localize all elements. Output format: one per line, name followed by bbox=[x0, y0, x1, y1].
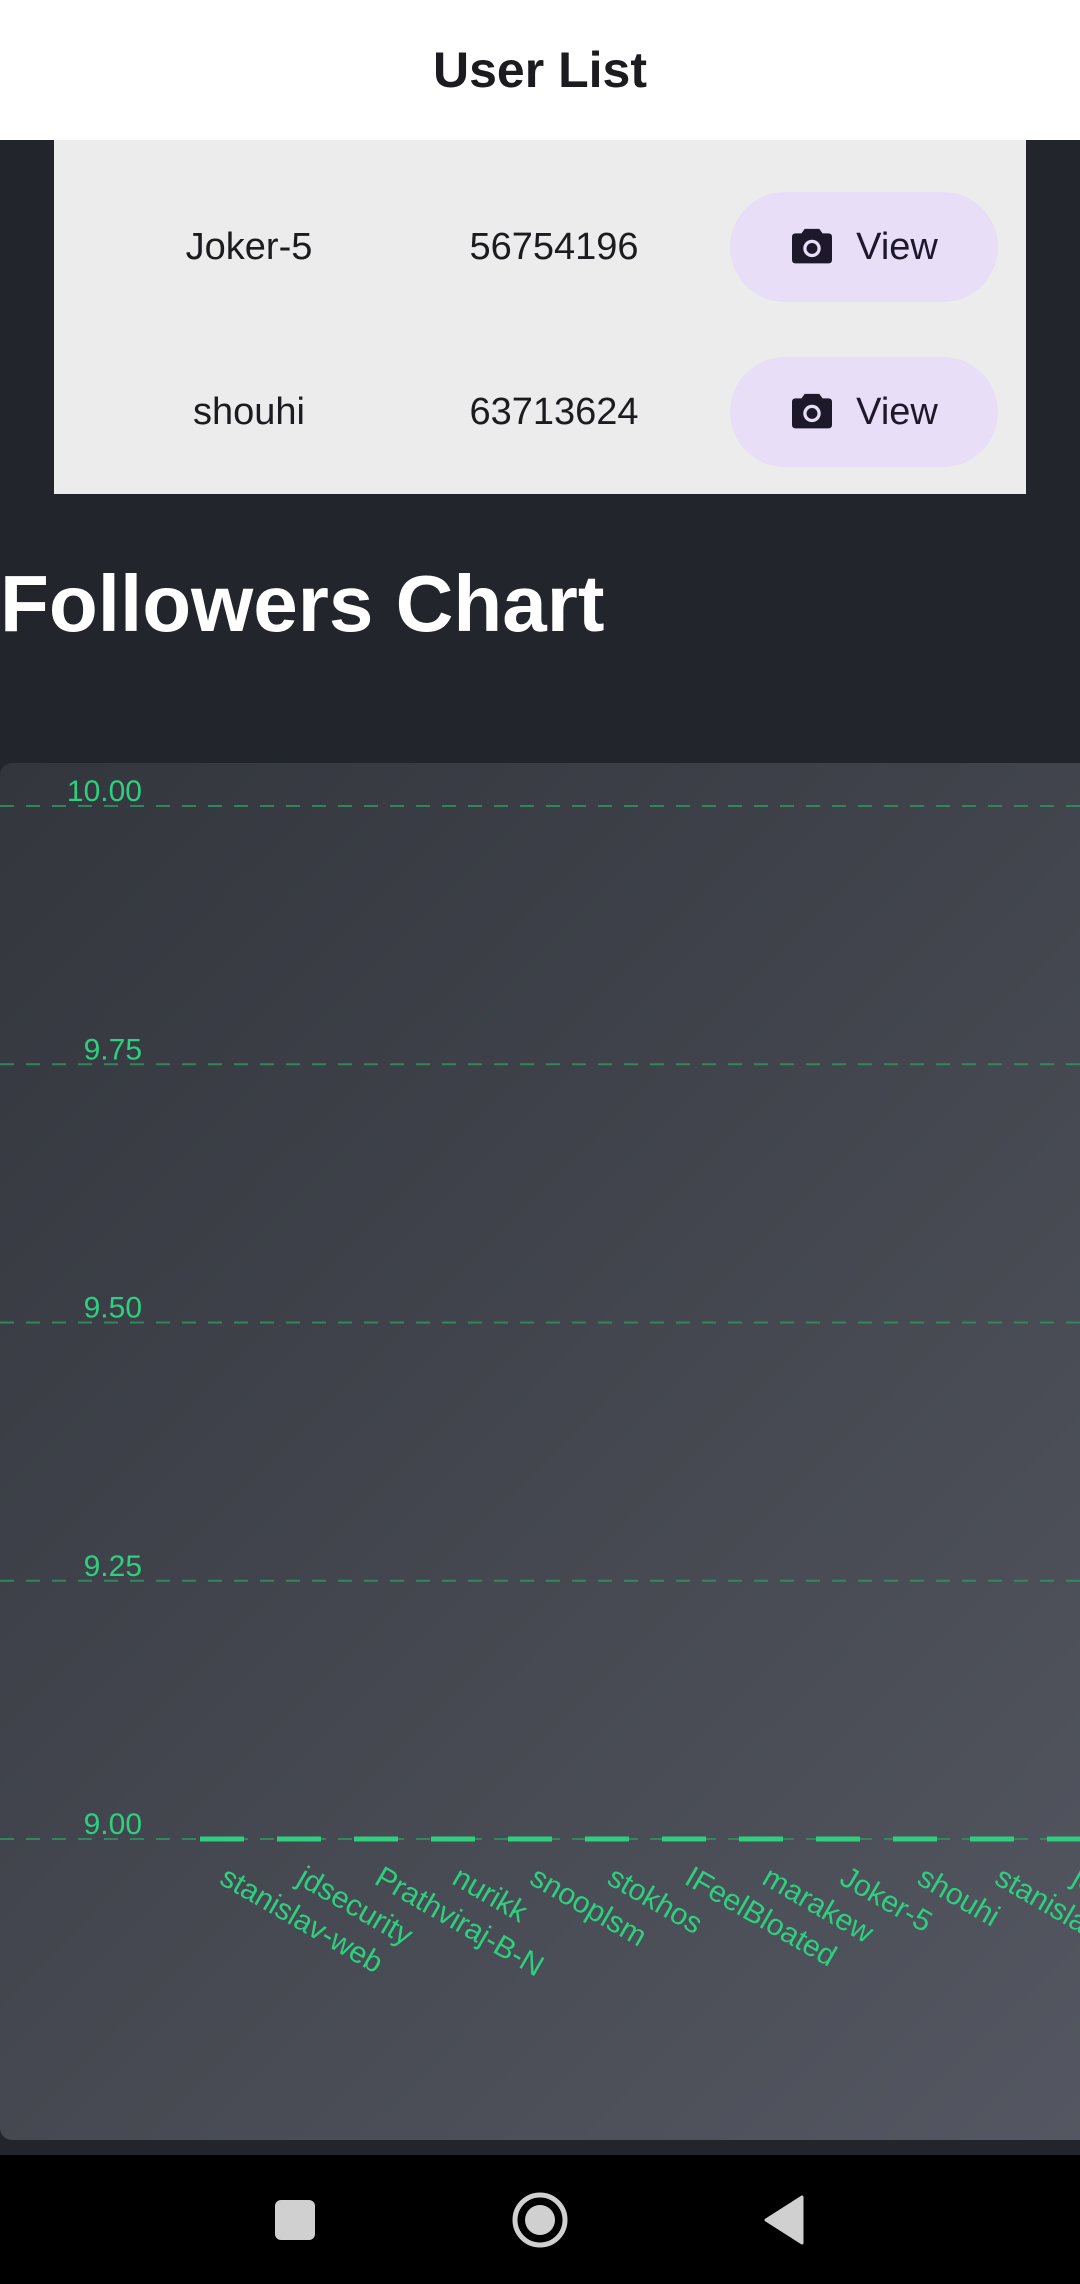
user-id: 56754196 bbox=[469, 225, 639, 268]
app-bar: User List bbox=[0, 0, 1080, 140]
followers-chart: 10.00 9.75 9.50 9.25 9.00 stanislav-web jdsecu… bbox=[0, 763, 1080, 2140]
table-row: shouhi 63713624 View bbox=[54, 357, 1026, 467]
x-tick-label: jd bbox=[1066, 1860, 1080, 1901]
user-table: Joker-5 56754196 View shouhi 63713624 Vi… bbox=[54, 140, 1026, 494]
table-row: Joker-5 56754196 View bbox=[54, 192, 1026, 302]
user-id: 63713624 bbox=[469, 390, 639, 433]
camera-icon bbox=[792, 228, 833, 264]
y-tick-label: 9.75 bbox=[84, 1033, 142, 1066]
view-button[interactable]: View bbox=[730, 192, 998, 302]
home-icon bbox=[512, 2192, 568, 2247]
view-button-label: View bbox=[856, 225, 938, 268]
y-tick-label: 9.50 bbox=[84, 1292, 142, 1325]
home-button[interactable] bbox=[480, 2155, 600, 2284]
chart-canvas: 10.009.759.509.259.00stanislav-webjdsecu… bbox=[0, 775, 1080, 1983]
back-button[interactable] bbox=[724, 2155, 844, 2284]
view-button[interactable]: View bbox=[730, 357, 998, 467]
view-button-label: View bbox=[856, 390, 938, 433]
system-nav-bar bbox=[0, 2155, 1080, 2284]
x-tick-label: stanisla bbox=[990, 1860, 1080, 1940]
back-icon bbox=[764, 2195, 804, 2244]
recent-apps-icon bbox=[275, 2199, 315, 2240]
recent-apps-button[interactable] bbox=[235, 2155, 355, 2284]
user-name: shouhi bbox=[193, 390, 305, 433]
page-title: User List bbox=[433, 42, 647, 98]
y-tick-label: 9.00 bbox=[84, 1808, 142, 1841]
camera-icon bbox=[792, 393, 833, 429]
y-tick-label: 10.00 bbox=[67, 775, 142, 808]
y-tick-label: 9.25 bbox=[84, 1550, 142, 1583]
user-name: Joker-5 bbox=[185, 225, 313, 268]
chart-section-title: Followers Chart bbox=[0, 559, 605, 648]
